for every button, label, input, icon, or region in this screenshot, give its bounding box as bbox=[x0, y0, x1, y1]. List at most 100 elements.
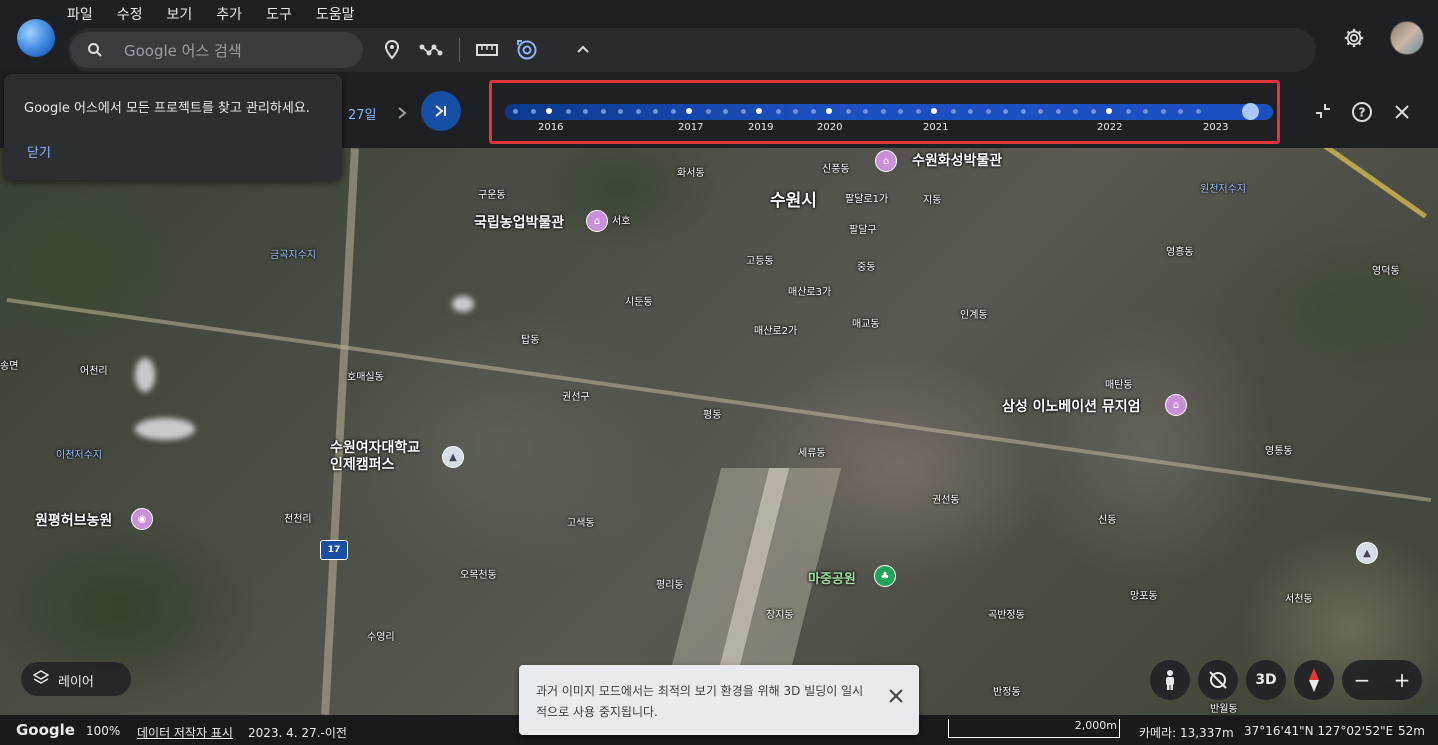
search-box[interactable] bbox=[70, 32, 363, 70]
map-label: 곡반정동 bbox=[988, 610, 1025, 621]
timeline-date-dot[interactable] bbox=[1038, 109, 1043, 114]
google-earth-logo-icon[interactable] bbox=[17, 19, 55, 57]
timeline-date-dot[interactable] bbox=[793, 109, 798, 114]
zoom-out-button[interactable]: − bbox=[1342, 668, 1382, 692]
timeline-date-dot[interactable] bbox=[706, 109, 711, 114]
timeline-date-dot[interactable] bbox=[846, 109, 851, 114]
timeline-date-dot[interactable] bbox=[1161, 109, 1166, 114]
timeline-date-dot[interactable] bbox=[916, 109, 921, 114]
timeline-date-dot[interactable] bbox=[601, 109, 606, 114]
timeline-date-dot[interactable] bbox=[1091, 109, 1096, 114]
museum-poi-icon[interactable]: ⌂ bbox=[875, 150, 897, 172]
timeline-date-dot[interactable] bbox=[741, 109, 746, 114]
timeline-date-dot[interactable] bbox=[968, 109, 973, 114]
map-label: 망포동 bbox=[1130, 591, 1158, 602]
tilt-off-icon bbox=[1209, 671, 1227, 689]
museum-poi-icon[interactable]: ⌂ bbox=[1165, 394, 1187, 416]
timeline-date-dot[interactable] bbox=[951, 109, 956, 114]
menu-help[interactable]: 도움말 bbox=[316, 4, 355, 24]
timeline-date-dot[interactable] bbox=[1196, 109, 1201, 114]
attribution-link[interactable]: 데이터 저작자 표시 bbox=[137, 724, 233, 741]
placemark-icon[interactable] bbox=[384, 40, 400, 60]
timeline-date-dot[interactable] bbox=[776, 109, 781, 114]
skip-to-latest-button[interactable] bbox=[421, 91, 461, 131]
timeline-year-marker[interactable] bbox=[546, 108, 552, 114]
timeline-date-dot[interactable] bbox=[881, 109, 886, 114]
path-icon[interactable] bbox=[419, 42, 443, 58]
cloud bbox=[135, 358, 155, 392]
timeline-year-marker[interactable] bbox=[756, 108, 762, 114]
timeline-date-dot[interactable] bbox=[1073, 109, 1078, 114]
date-day-label: 27일 bbox=[348, 108, 377, 123]
timeline-date-dot[interactable] bbox=[531, 109, 536, 114]
timeline-date-dot[interactable] bbox=[653, 109, 658, 114]
map-label: 이천저수지 bbox=[56, 450, 102, 461]
historical-imagery-icon[interactable] bbox=[516, 39, 538, 61]
timeline-date-dot[interactable] bbox=[1021, 109, 1026, 114]
menu-tools[interactable]: 도구 bbox=[266, 4, 292, 24]
ruler-icon[interactable] bbox=[476, 43, 498, 57]
toast-close-icon[interactable] bbox=[889, 689, 903, 703]
satellite-map[interactable]: 수원시 ⌂ 수원화성박물관 ⌂ 국립농업박물관 서호 ⌂ 삼성 이노베이션 뮤지… bbox=[0, 148, 1438, 715]
timeline-year-marker[interactable] bbox=[826, 108, 832, 114]
settings-gear-icon[interactable] bbox=[1343, 27, 1365, 49]
street-view-button[interactable] bbox=[1150, 660, 1190, 700]
timeline-date-dot[interactable] bbox=[1126, 109, 1131, 114]
timeline-date-dot[interactable] bbox=[583, 109, 588, 114]
close-icon[interactable] bbox=[1394, 104, 1410, 120]
timeline-date-dot[interactable] bbox=[811, 109, 816, 114]
chevron-up-icon[interactable] bbox=[576, 44, 590, 54]
menu-add[interactable]: 추가 bbox=[216, 4, 242, 24]
timeline-date-dot[interactable] bbox=[1178, 109, 1183, 114]
park-poi-icon[interactable]: ♣ bbox=[874, 565, 896, 587]
timeline-date-dot[interactable] bbox=[636, 109, 641, 114]
compass-button[interactable] bbox=[1294, 660, 1334, 700]
timeline-date-dot[interactable] bbox=[566, 109, 571, 114]
imagery-date: 2023. 4. 27.-이전 bbox=[248, 726, 347, 740]
school-poi-icon[interactable]: ▲ bbox=[442, 446, 464, 468]
collapse-icon[interactable] bbox=[1314, 102, 1332, 120]
map-label: 반정동 bbox=[993, 687, 1021, 698]
popup-close-link[interactable]: 닫기 bbox=[27, 142, 51, 161]
timeline-year: 2017 bbox=[678, 122, 704, 133]
layers-button[interactable]: 레이어 bbox=[21, 662, 131, 696]
museum-poi-icon[interactable]: ⌂ bbox=[586, 210, 608, 232]
timeline-date-dot[interactable] bbox=[513, 109, 518, 114]
user-avatar[interactable] bbox=[1390, 21, 1424, 55]
layers-label: 레이어 bbox=[58, 675, 94, 690]
highway-17-shield: 17 bbox=[320, 540, 348, 560]
map-label: 장지동 bbox=[766, 610, 794, 621]
timeline-date-dot[interactable] bbox=[863, 109, 868, 114]
timeline-date-dot[interactable] bbox=[1003, 109, 1008, 114]
timeline-date-dot[interactable] bbox=[1056, 109, 1061, 114]
menu-file[interactable]: 파일 bbox=[67, 4, 93, 24]
timeline-year-marker[interactable] bbox=[686, 108, 692, 114]
timeline-date-dot[interactable] bbox=[898, 109, 903, 114]
reset-tilt-button[interactable] bbox=[1198, 660, 1238, 700]
school-poi-icon[interactable]: ▲ bbox=[1356, 542, 1378, 564]
timeline-date-dot[interactable] bbox=[986, 109, 991, 114]
search-input[interactable] bbox=[122, 32, 356, 70]
timeline-date-dot[interactable] bbox=[671, 109, 676, 114]
attraction-poi-icon[interactable]: ◉ bbox=[131, 508, 153, 530]
help-icon[interactable]: ? bbox=[1351, 101, 1373, 123]
timeline-date-dot[interactable] bbox=[618, 109, 623, 114]
svg-text:?: ? bbox=[1359, 106, 1366, 120]
road bbox=[6, 297, 1432, 503]
zoom-in-button[interactable]: + bbox=[1382, 668, 1422, 692]
map-label: 서천동 bbox=[1285, 594, 1313, 605]
timeline-year-marker[interactable] bbox=[931, 108, 937, 114]
menu-edit[interactable]: 수정 bbox=[117, 4, 143, 24]
map-label-hwaseong-museum: 수원화성박물관 bbox=[912, 153, 1003, 169]
chevron-right-icon[interactable] bbox=[397, 106, 407, 120]
timeline-date-dot[interactable] bbox=[723, 109, 728, 114]
map-label: 세류동 bbox=[798, 448, 826, 459]
timeline-year: 2016 bbox=[538, 122, 564, 133]
timeline-slider-handle[interactable] bbox=[1242, 103, 1259, 120]
3d-toggle-button[interactable]: 3D bbox=[1246, 660, 1286, 700]
menu-view[interactable]: 보기 bbox=[167, 4, 193, 24]
map-label-seoho: 서호 bbox=[612, 216, 631, 227]
timeline-year-marker[interactable] bbox=[1106, 108, 1112, 114]
timeline-date-dot[interactable] bbox=[1143, 109, 1148, 114]
cloud bbox=[452, 296, 474, 312]
